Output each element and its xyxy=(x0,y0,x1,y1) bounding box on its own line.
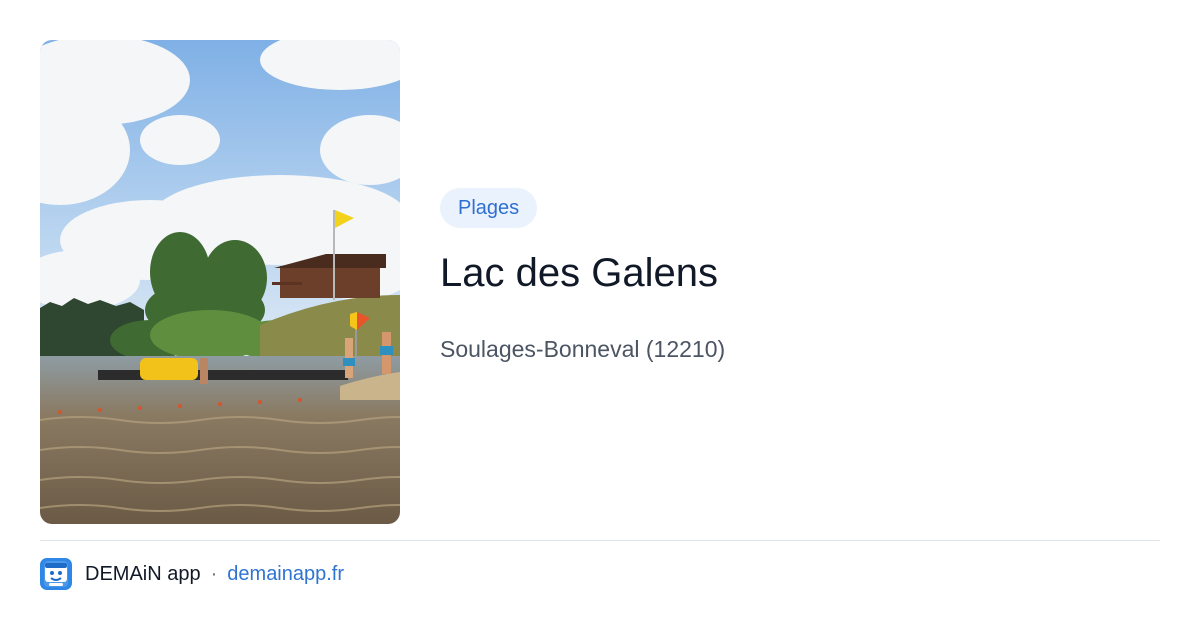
footer-separator: · xyxy=(210,562,218,585)
footer: DEMAiN app · demainapp.fr xyxy=(40,557,344,591)
place-info: Plages Lac des Galens Soulages-Bonneval … xyxy=(440,188,1140,364)
app-name: DEMAiN app xyxy=(85,562,201,585)
place-title: Lac des Galens xyxy=(440,251,718,295)
demain-app-icon xyxy=(40,558,72,590)
footer-divider xyxy=(40,540,1160,541)
share-card: Plages Lac des Galens Soulages-Bonneval … xyxy=(0,0,1200,630)
domain-link[interactable]: demainapp.fr xyxy=(227,563,344,586)
category-badge[interactable]: Plages xyxy=(440,188,538,228)
place-location: Soulages-Bonneval (12210) xyxy=(440,336,726,362)
lake-beach-photo xyxy=(40,40,400,524)
